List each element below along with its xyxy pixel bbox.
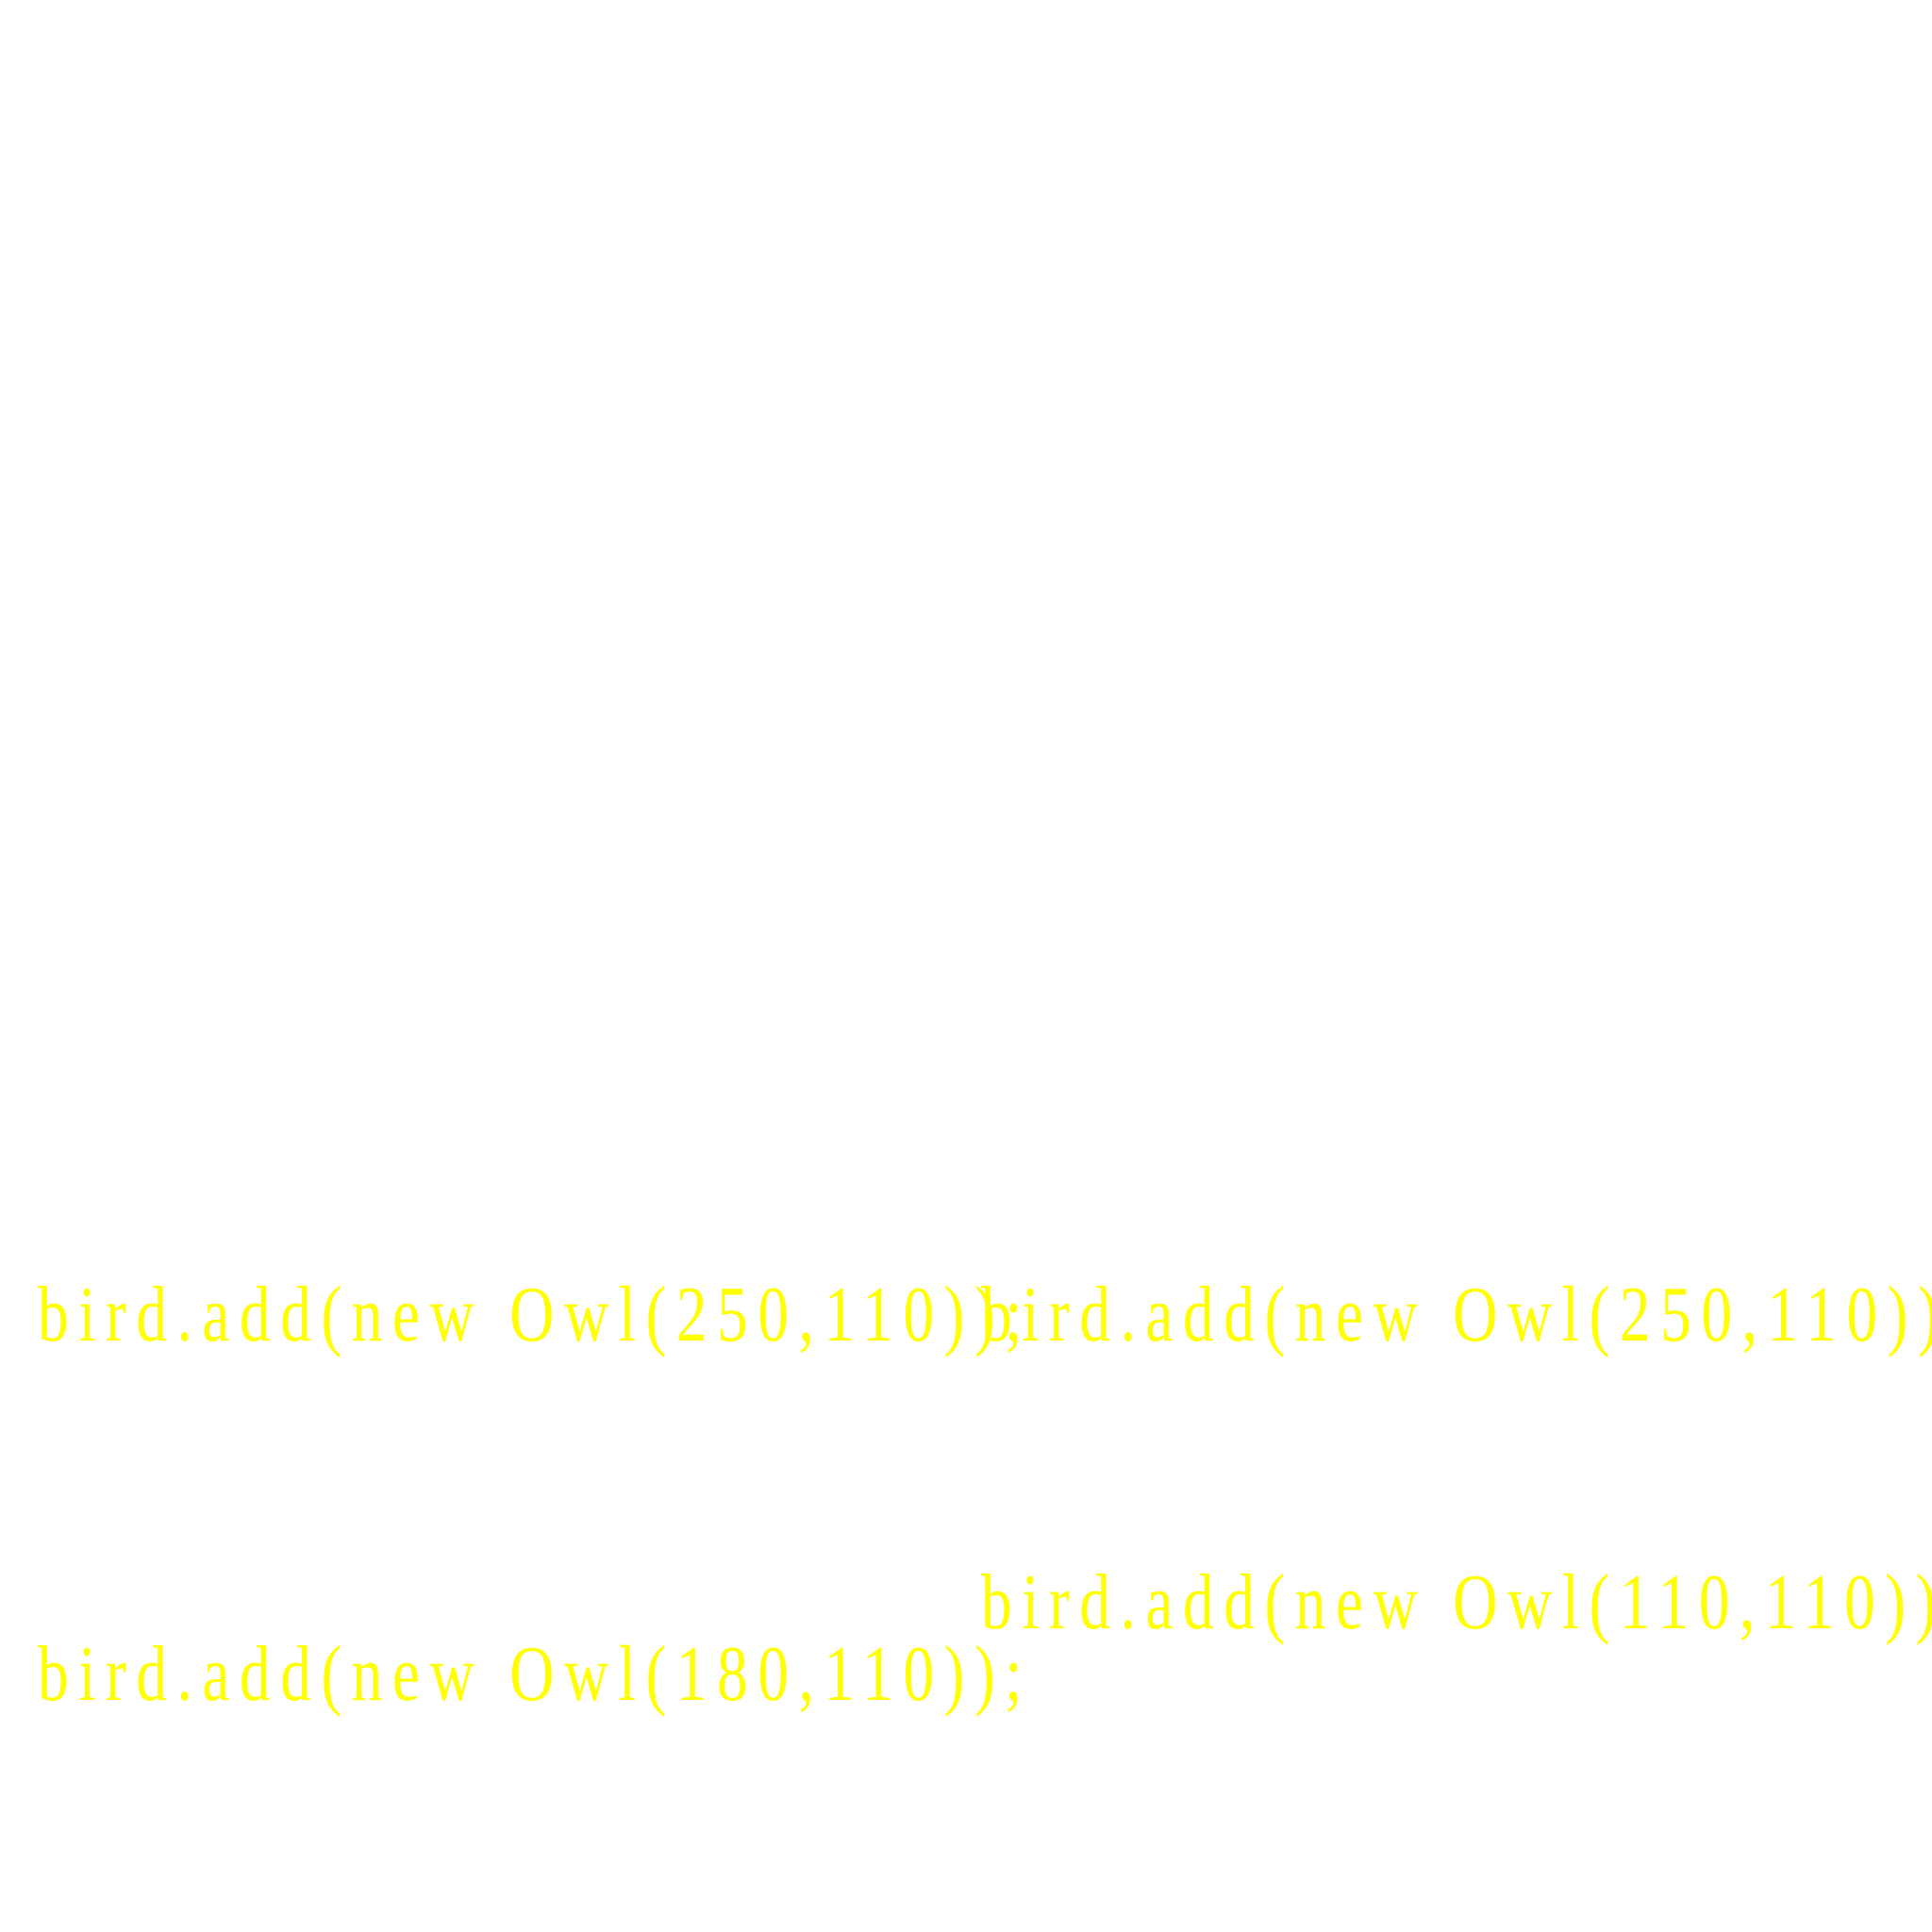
canvas: { "text_color": "#ffff00", "background_c… (0, 0, 1932, 1932)
code-line-owl-180: bird.add(new Owl(180,110)); (38, 1630, 1032, 1718)
code-line-owl-110: bird.add(new Owl(110,110)); (981, 1558, 1932, 1646)
code-line-owl-250-left: bird.add(new Owl(250,110)); (38, 1271, 1032, 1358)
code-line-owl-250-right: bird.add(new Owl(250,110)); (981, 1271, 1932, 1358)
